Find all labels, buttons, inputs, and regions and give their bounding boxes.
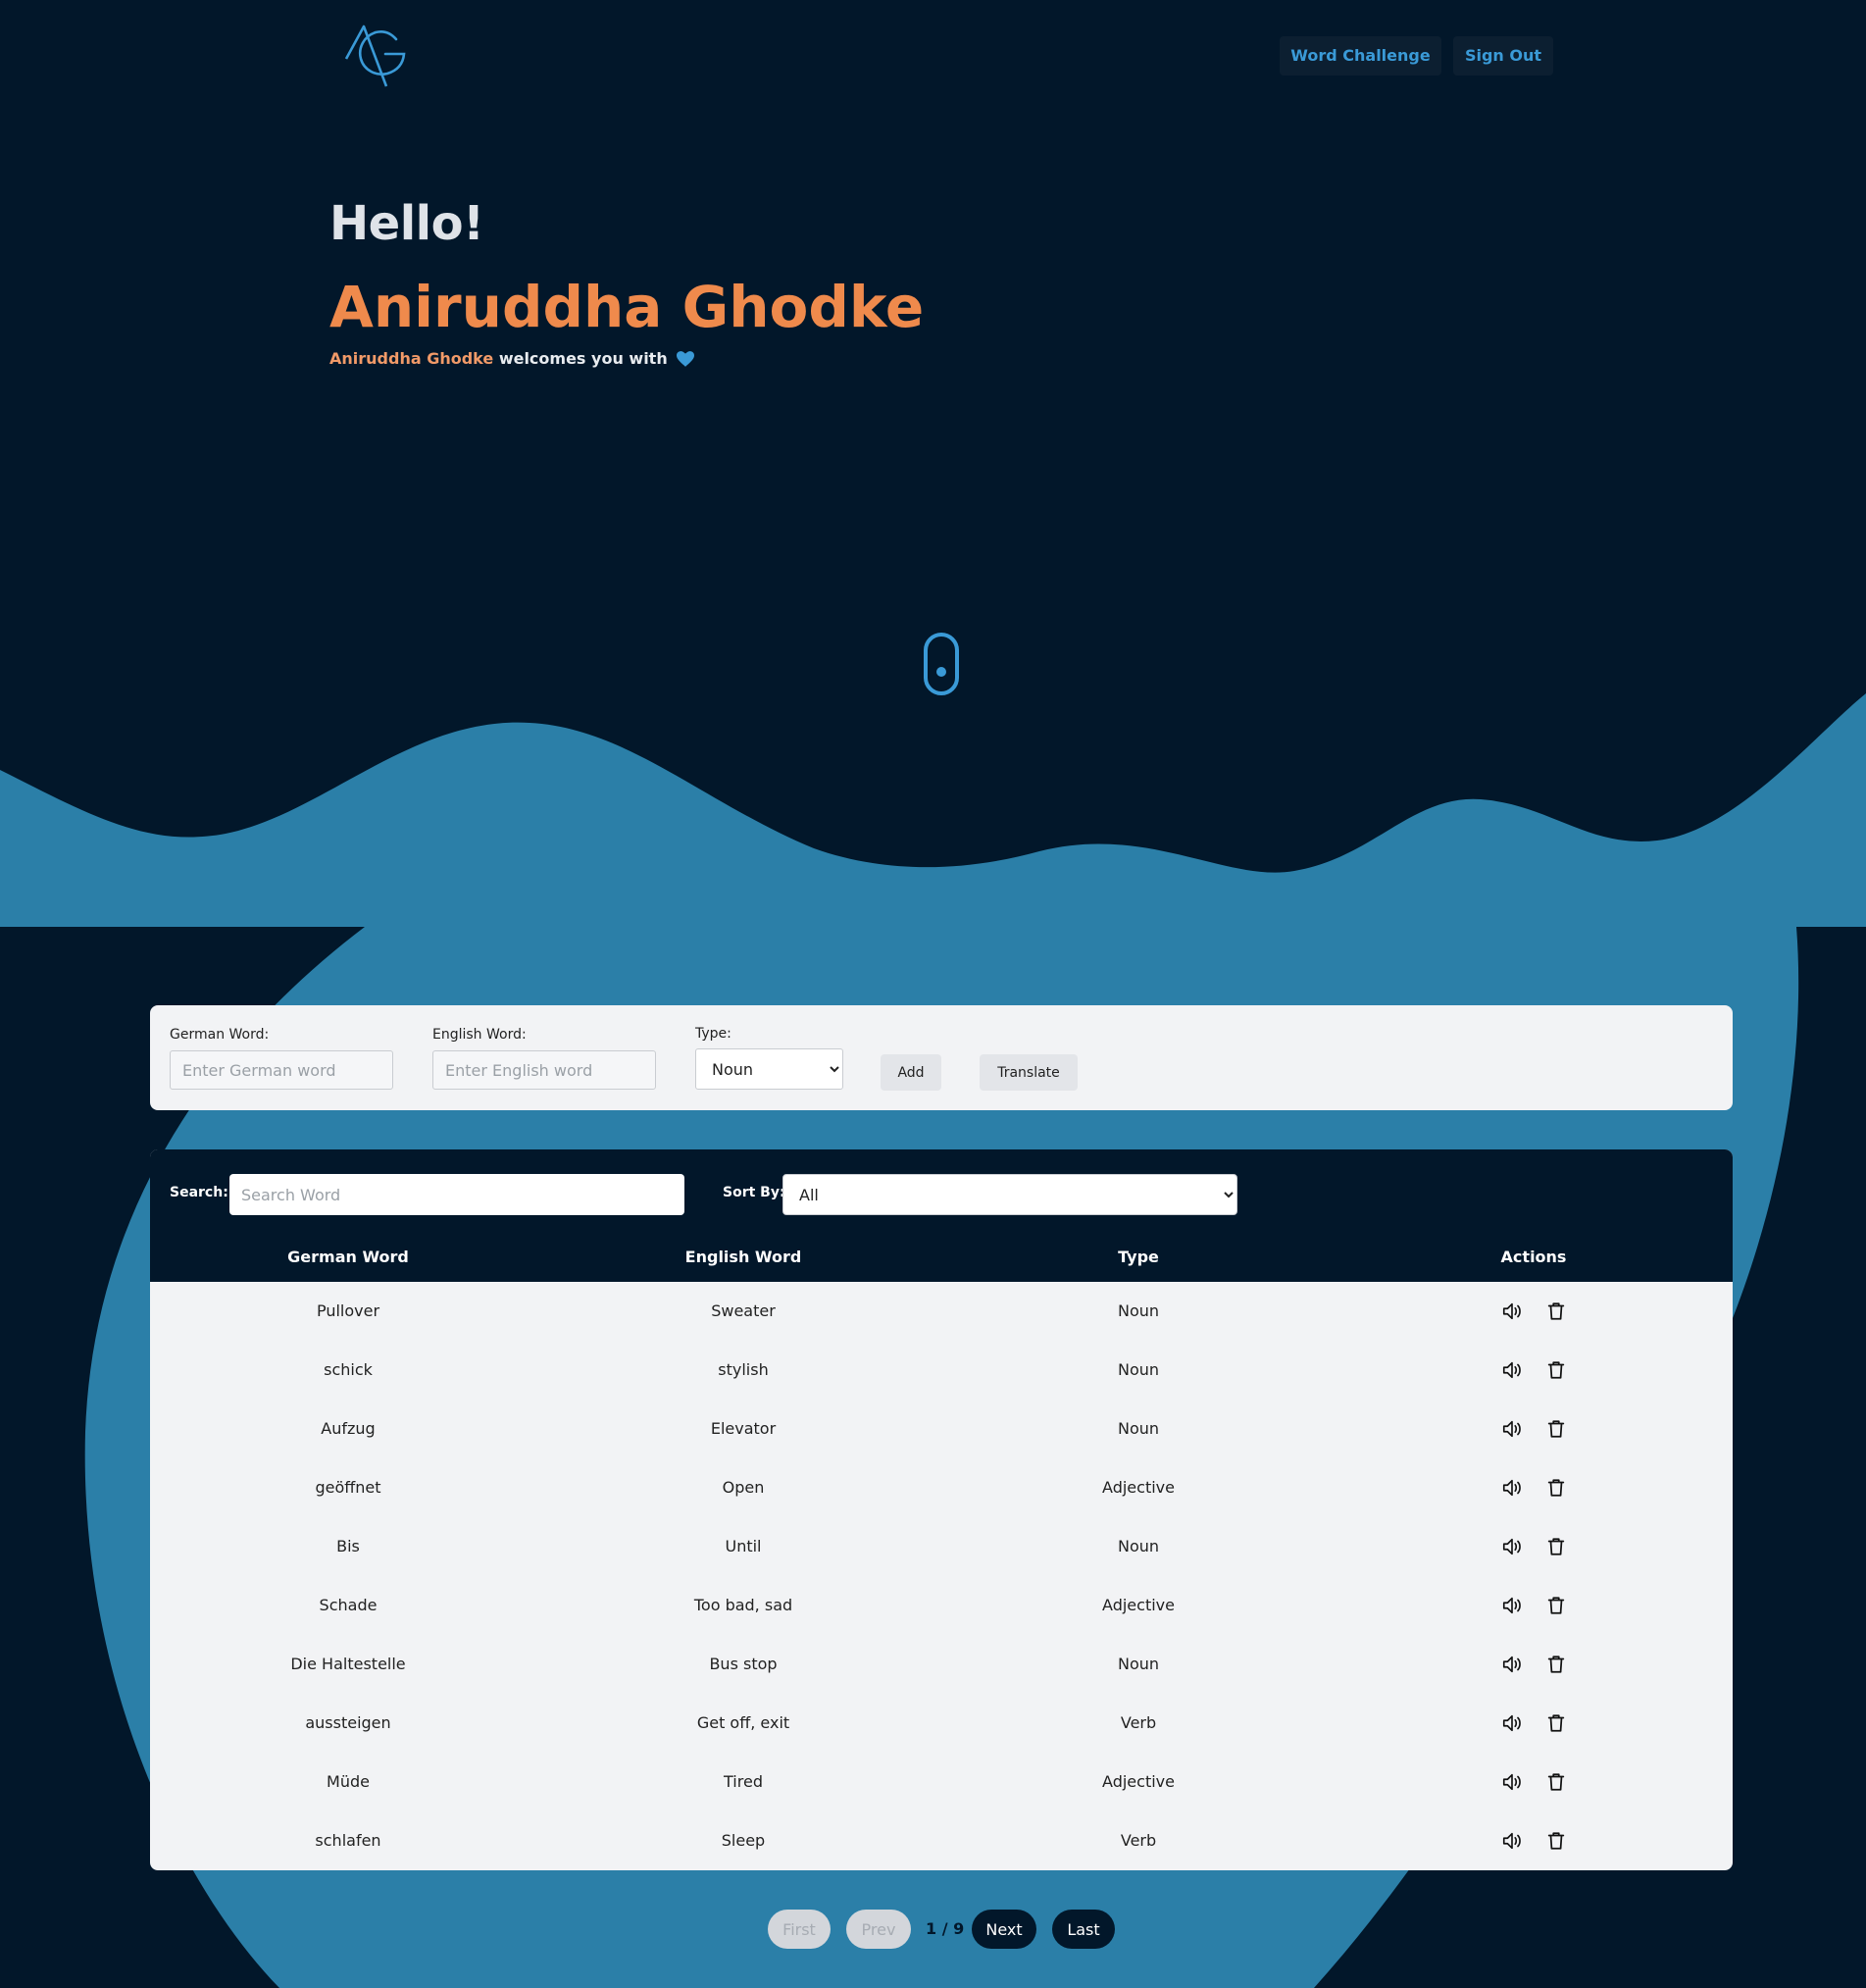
next-page-button[interactable]: Next xyxy=(972,1910,1036,1949)
sort-by-select[interactable]: All xyxy=(782,1174,1237,1215)
type-cell: Verb xyxy=(1120,1713,1157,1732)
english-word-cell: Until xyxy=(725,1537,762,1555)
speaker-icon[interactable] xyxy=(1501,1595,1523,1616)
welcome-message: Aniruddha Ghodke welcomes you with xyxy=(329,349,695,368)
ag-monogram-logo[interactable] xyxy=(344,24,409,90)
german-word-label: German Word: xyxy=(170,1027,270,1043)
table-row: Aufzug Elevator Noun xyxy=(150,1400,1733,1458)
english-word-cell: Open xyxy=(722,1478,765,1497)
add-button[interactable]: Add xyxy=(881,1054,941,1091)
table-row: Bis Until Noun xyxy=(150,1517,1733,1576)
type-cell: Noun xyxy=(1117,1360,1160,1379)
header-type: Type xyxy=(1118,1248,1159,1266)
trash-icon[interactable] xyxy=(1545,1536,1567,1557)
german-word-cell: Müde xyxy=(327,1772,370,1791)
table-row: aussteigen Get off, exit Verb xyxy=(150,1694,1733,1753)
add-word-panel: German Word: English Word: Type: Noun Ad… xyxy=(150,1005,1733,1110)
german-word-cell: geöffnet xyxy=(315,1478,381,1497)
header-english-word: English Word xyxy=(684,1248,802,1266)
trash-icon[interactable] xyxy=(1545,1771,1567,1793)
first-page-button[interactable]: First xyxy=(768,1910,831,1949)
trash-icon[interactable] xyxy=(1545,1595,1567,1616)
type-cell: Noun xyxy=(1117,1537,1160,1555)
mouse-scroll-icon[interactable] xyxy=(923,632,960,696)
table-row: Schade Too bad, sad Adjective xyxy=(150,1576,1733,1635)
type-select[interactable]: Noun xyxy=(695,1048,843,1090)
trash-icon[interactable] xyxy=(1545,1418,1567,1440)
english-word-cell: Get off, exit xyxy=(696,1713,790,1732)
welcome-user-name: Aniruddha Ghodke xyxy=(329,349,494,368)
speaker-icon[interactable] xyxy=(1501,1771,1523,1793)
english-word-cell: Sleep xyxy=(721,1831,766,1850)
german-word-cell: schick xyxy=(324,1360,373,1379)
trash-icon[interactable] xyxy=(1545,1830,1567,1852)
speaker-icon[interactable] xyxy=(1501,1654,1523,1675)
type-cell: Adjective xyxy=(1102,1596,1175,1614)
type-label: Type: xyxy=(695,1026,731,1042)
german-word-cell: Aufzug xyxy=(321,1419,376,1438)
speaker-icon[interactable] xyxy=(1501,1359,1523,1381)
header-actions: Actions xyxy=(1500,1248,1567,1266)
user-name-heading: Aniruddha Ghodke xyxy=(329,274,925,340)
german-word-input[interactable] xyxy=(170,1050,393,1090)
greeting-heading: Hello! xyxy=(329,196,484,251)
german-word-cell: Die Haltestelle xyxy=(290,1655,406,1673)
trash-icon[interactable] xyxy=(1545,1359,1567,1381)
translate-button[interactable]: Translate xyxy=(980,1054,1078,1091)
hero-wave xyxy=(0,693,1866,927)
english-word-cell: Tired xyxy=(724,1772,763,1791)
table-row: schlafen Sleep Verb xyxy=(150,1811,1733,1870)
german-word-cell: schlafen xyxy=(315,1831,381,1850)
search-input[interactable] xyxy=(229,1174,684,1215)
trash-icon[interactable] xyxy=(1545,1712,1567,1734)
speaker-icon[interactable] xyxy=(1501,1418,1523,1440)
english-word-cell: stylish xyxy=(718,1360,769,1379)
type-cell: Noun xyxy=(1117,1301,1160,1320)
trash-icon[interactable] xyxy=(1545,1477,1567,1499)
search-label: Search: xyxy=(170,1185,228,1200)
trash-icon[interactable] xyxy=(1545,1300,1567,1322)
english-word-cell: Elevator xyxy=(710,1419,777,1438)
sign-out-button[interactable]: Sign Out xyxy=(1453,36,1553,76)
english-word-cell: Bus stop xyxy=(709,1655,778,1673)
word-table-panel: Search: Sort By: All German Word English… xyxy=(150,1149,1733,1870)
speaker-icon[interactable] xyxy=(1501,1536,1523,1557)
sort-by-label: Sort By: xyxy=(723,1185,785,1200)
table-row: Die Haltestelle Bus stop Noun xyxy=(150,1635,1733,1694)
table-row: Müde Tired Adjective xyxy=(150,1753,1733,1811)
type-cell: Noun xyxy=(1117,1655,1160,1673)
speaker-icon[interactable] xyxy=(1501,1830,1523,1852)
english-word-cell: Sweater xyxy=(711,1301,776,1320)
table-row: schick stylish Noun xyxy=(150,1341,1733,1400)
type-cell: Noun xyxy=(1117,1419,1160,1438)
last-page-button[interactable]: Last xyxy=(1052,1910,1115,1949)
type-cell: Verb xyxy=(1120,1831,1157,1850)
trash-icon[interactable] xyxy=(1545,1654,1567,1675)
table-row: geöffnet Open Adjective xyxy=(150,1458,1733,1517)
page-indicator: 1 / 9 xyxy=(926,1919,965,1938)
german-word-cell: aussteigen xyxy=(305,1713,391,1732)
german-word-cell: Bis xyxy=(336,1537,360,1555)
type-cell: Adjective xyxy=(1102,1772,1175,1791)
welcome-text: welcomes you with xyxy=(498,349,668,368)
prev-page-button[interactable]: Prev xyxy=(846,1910,911,1949)
english-word-cell: Too bad, sad xyxy=(693,1596,793,1614)
speaker-icon[interactable] xyxy=(1501,1712,1523,1734)
english-word-input[interactable] xyxy=(432,1050,656,1090)
english-word-label: English Word: xyxy=(432,1027,527,1043)
heart-icon xyxy=(677,351,695,367)
german-word-cell: Pullover xyxy=(316,1301,380,1320)
header-german-word: German Word xyxy=(287,1248,409,1266)
table-toolbar: Search: Sort By: All German Word English… xyxy=(150,1149,1733,1282)
word-table-body: Pullover Sweater Noun schick stylish Noun Aufz… xyxy=(150,1282,1733,1870)
german-word-cell: Schade xyxy=(319,1596,378,1614)
table-row: Pullover Sweater Noun xyxy=(150,1282,1733,1341)
speaker-icon[interactable] xyxy=(1501,1477,1523,1499)
word-challenge-button[interactable]: Word Challenge xyxy=(1280,36,1441,76)
speaker-icon[interactable] xyxy=(1501,1300,1523,1322)
type-cell: Adjective xyxy=(1102,1478,1175,1497)
page: Word Challenge Sign Out Hello! Aniruddha… xyxy=(0,0,1866,1988)
